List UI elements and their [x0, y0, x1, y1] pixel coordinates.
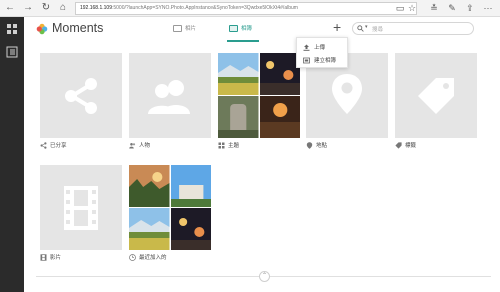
album-tile-videos[interactable]: [40, 165, 122, 250]
search-icon: [357, 25, 364, 32]
album-label-people-text: 人物: [139, 143, 151, 149]
app-header: Moments 相片 相簿 + ▾ 搜尋: [24, 17, 500, 43]
list-panel-icon[interactable]: [5, 45, 19, 59]
album-label-tags-text: 標籤: [405, 143, 417, 149]
share-page-icon[interactable]: ⇪: [464, 2, 476, 14]
album-label-tags: 標籤: [395, 141, 416, 149]
album-label-subjects: 主題: [218, 141, 239, 149]
reading-view-icon[interactable]: ▭: [394, 2, 406, 14]
location-icon: [332, 73, 362, 114]
location-icon: [306, 141, 313, 149]
album-label-shared: 已分享: [40, 141, 67, 149]
forward-icon[interactable]: →: [22, 2, 34, 14]
add-button[interactable]: +: [333, 20, 341, 34]
photo-icon: [173, 24, 182, 32]
upload-icon: [303, 44, 310, 51]
thumbnail-sky-building: [170, 165, 211, 207]
people-icon: [148, 79, 190, 114]
tab-albums[interactable]: 相簿: [229, 24, 252, 32]
left-rail: [0, 17, 24, 292]
chevron-up-icon: ⌃: [261, 273, 268, 279]
favorite-star-icon[interactable]: ☆: [406, 2, 418, 14]
tag-icon: [418, 77, 454, 114]
video-icon: [64, 185, 98, 230]
moments-logo-icon: [36, 23, 48, 35]
tag-grid-icon: [218, 142, 225, 148]
favorites-hub-icon[interactable]: ≛: [428, 2, 440, 14]
album-label-recently-added-text: 最近加入的: [139, 255, 167, 261]
album-tile-people[interactable]: [129, 53, 211, 138]
thumbnail-night-street: [259, 53, 300, 95]
active-tab-indicator: [227, 40, 259, 42]
thumbnail-evening-lights: [259, 96, 300, 138]
tab-photos-label: 相片: [185, 26, 197, 32]
album-tile-recently-added[interactable]: [129, 165, 211, 250]
app-window: ← → ↻ ⌂ 192.168.1.109:5000/?launchApp=SY…: [0, 0, 500, 292]
album-label-videos-text: 影片: [50, 255, 62, 261]
share-icon: [40, 141, 47, 149]
clock-icon: [129, 253, 136, 261]
album-icon: [229, 24, 238, 32]
menu-item-create-album-label: 建立相簿: [314, 58, 337, 64]
menu-item-upload[interactable]: 上傳: [297, 41, 349, 53]
back-icon[interactable]: ←: [4, 2, 16, 14]
add-dropdown-menu: 上傳 建立相簿: [296, 37, 348, 68]
thumbnail-night-street-2: [170, 208, 211, 250]
album-tile-tags[interactable]: [395, 53, 477, 138]
share-icon: [65, 77, 97, 114]
video-icon: [40, 253, 47, 261]
more-menu-icon[interactable]: ···: [482, 2, 494, 14]
search-placeholder: 搜尋: [372, 27, 384, 33]
album-tile-shared[interactable]: [40, 53, 122, 138]
people-icon: [129, 142, 136, 148]
album-label-people: 人物: [129, 141, 150, 149]
home-icon[interactable]: ⌂: [57, 2, 69, 14]
search-input[interactable]: ▾ 搜尋: [352, 22, 474, 35]
album-tile-subjects[interactable]: [218, 53, 300, 138]
album-label-recently-added: 最近加入的: [129, 253, 167, 261]
thumbnail-mountain-field-2: [129, 208, 170, 250]
album-create-icon: [303, 57, 310, 63]
notes-pen-icon[interactable]: ✎: [446, 2, 458, 14]
tab-albums-label: 相簿: [241, 26, 253, 32]
album-label-subjects-text: 主題: [228, 143, 240, 149]
tab-photos[interactable]: 相片: [173, 24, 196, 32]
grid-menu-icon[interactable]: [5, 22, 19, 36]
url-path: :5000/?launchApp=SYNO.Photo.AppInstance&…: [111, 5, 298, 11]
tag-icon: [395, 141, 402, 149]
thumbnail-sunset-trees: [129, 165, 170, 207]
album-label-places-text: 地點: [316, 143, 328, 149]
album-label-shared-text: 已分享: [50, 143, 67, 149]
scroll-to-top-button[interactable]: ⌃: [259, 271, 270, 282]
refresh-icon[interactable]: ↻: [40, 2, 52, 14]
address-bar[interactable]: 192.168.1.109:5000/?launchApp=SYNO.Photo…: [75, 2, 417, 15]
app-title: Moments: [52, 21, 104, 35]
thumbnail-statue: [218, 96, 259, 138]
menu-item-upload-label: 上傳: [314, 45, 326, 51]
search-filter-dropdown[interactable]: ▾: [365, 24, 368, 30]
thumbnail-mountain-field: [218, 53, 259, 95]
album-label-places: 地點: [306, 141, 327, 149]
url-host: 192.168.1.109: [80, 5, 112, 11]
album-label-videos: 影片: [40, 253, 61, 261]
menu-item-create-album[interactable]: 建立相簿: [297, 54, 349, 66]
browser-toolbar: ← → ↻ ⌂ 192.168.1.109:5000/?launchApp=SY…: [0, 0, 500, 17]
